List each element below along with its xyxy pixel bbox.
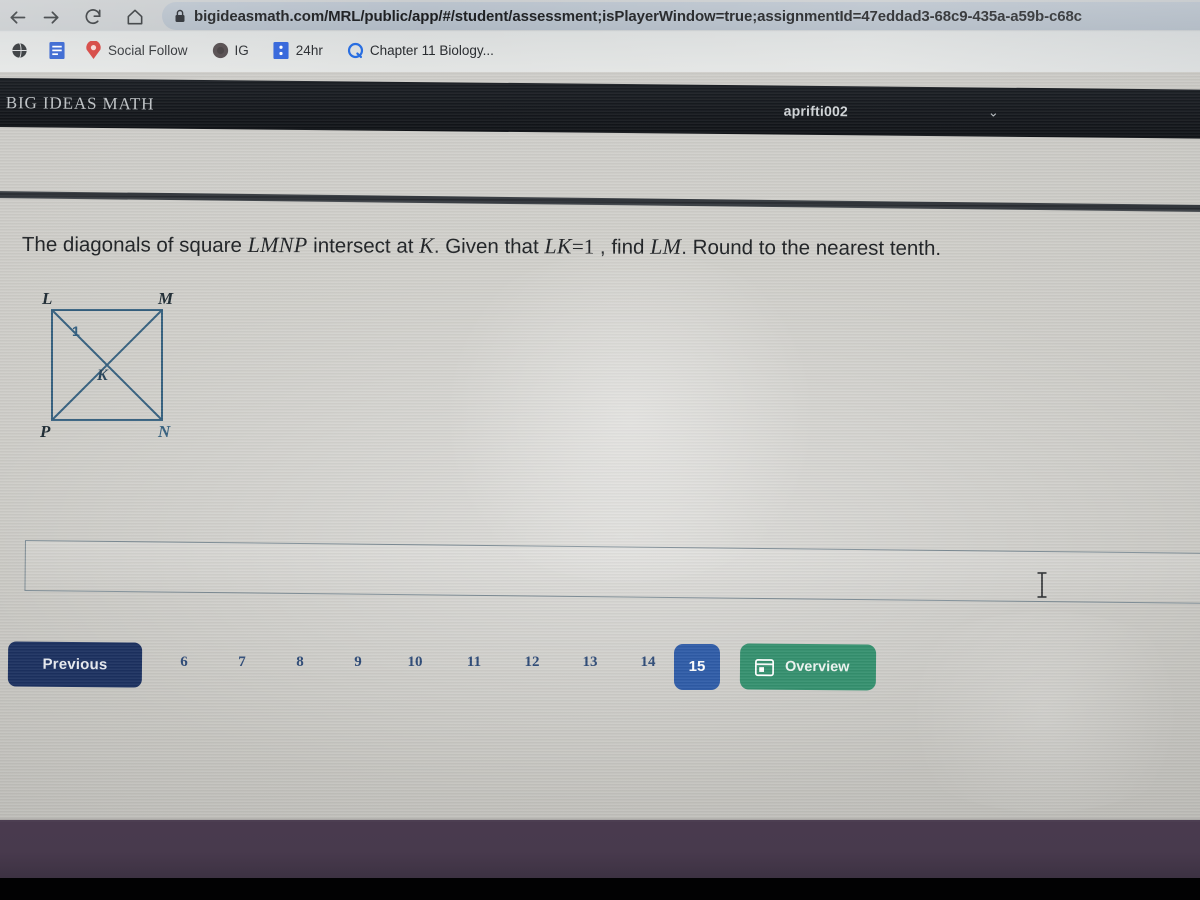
globe-icon bbox=[11, 42, 28, 59]
blue-app-icon bbox=[273, 41, 290, 59]
chromebook-screen-photo: bigideasmath.com/MRL/public/app/#/studen… bbox=[0, 0, 1200, 900]
bookmark-item-globe[interactable] bbox=[4, 37, 41, 63]
app-header-bar: BIG IDEAS MATH aprifti002 ⌄ bbox=[0, 78, 1200, 139]
previous-button[interactable]: Previous bbox=[7, 641, 143, 688]
bookmark-item-24hr[interactable]: 24hr bbox=[266, 37, 330, 63]
center-label-k: K bbox=[96, 367, 109, 384]
back-icon[interactable] bbox=[0, 2, 34, 32]
question-given-rhs: 1 bbox=[583, 234, 595, 259]
screen-scanline-texture bbox=[0, 72, 1200, 820]
screen-glare-center bbox=[420, 252, 840, 582]
address-bar-url: bigideasmath.com/MRL/public/app/#/studen… bbox=[194, 7, 1082, 25]
question-part-2: intersect at bbox=[313, 234, 414, 258]
vertex-label-m: M bbox=[157, 289, 174, 308]
overview-button[interactable]: Overview bbox=[739, 643, 877, 691]
question-part-1: The diagonals of square bbox=[21, 232, 242, 257]
bookmark-label-24hr: 24hr bbox=[295, 42, 323, 58]
page-button-14[interactable]: 14 bbox=[633, 654, 663, 671]
bookmark-label-social-follow: Social Follow bbox=[108, 42, 188, 58]
question-given-eq: = bbox=[571, 234, 584, 259]
bookmark-item-reading-list[interactable] bbox=[41, 37, 78, 63]
laptop-bezel bbox=[0, 878, 1200, 900]
square-lmnp-figure: L M P N K 1 bbox=[18, 282, 218, 442]
question-text: The diagonals of square LMNP intersect a… bbox=[22, 230, 1194, 263]
page-button-15-active[interactable]: 15 bbox=[674, 644, 720, 690]
page-button-12[interactable]: 12 bbox=[517, 654, 547, 671]
page-button-7[interactable]: 7 bbox=[227, 654, 257, 671]
bookmark-label-chapter-11-biology: Chapter 11 Biology... bbox=[369, 42, 494, 58]
chromeos-shelf bbox=[0, 820, 1200, 878]
chevron-down-icon[interactable]: ⌄ bbox=[988, 104, 999, 120]
page-button-6[interactable]: 6 bbox=[169, 654, 199, 671]
reading-list-icon bbox=[48, 41, 65, 59]
vertex-label-n: N bbox=[157, 422, 171, 441]
page-button-13[interactable]: 13 bbox=[575, 654, 605, 671]
bookmark-label-ig: IG bbox=[234, 42, 249, 58]
big-ideas-math-logo: BIG IDEAS MATH bbox=[5, 92, 155, 114]
bookmark-item-chapter-11-biology[interactable]: Chapter 11 Biology... bbox=[340, 37, 501, 63]
browser-chrome: bigideasmath.com/MRL/public/app/#/studen… bbox=[0, 0, 1200, 72]
quizlet-icon bbox=[347, 42, 364, 59]
question-find-segment: LM bbox=[650, 233, 682, 259]
page-button-8[interactable]: 8 bbox=[285, 654, 315, 671]
segment-length-label: 1 bbox=[72, 323, 80, 339]
forward-icon[interactable] bbox=[34, 2, 68, 32]
question-point-k: K bbox=[419, 232, 434, 258]
header-divider bbox=[0, 191, 1200, 213]
question-figure-name: LMNP bbox=[247, 231, 308, 258]
web-page-content: BIG IDEAS MATH aprifti002 ⌄ The diagonal… bbox=[0, 72, 1200, 820]
bookmark-item-ig[interactable]: IG bbox=[205, 37, 256, 63]
lock-icon bbox=[175, 9, 185, 22]
answer-input-wrapper[interactable] bbox=[24, 540, 1200, 605]
pin-icon bbox=[85, 41, 102, 59]
vertex-label-l: L bbox=[41, 289, 52, 308]
calendar-icon bbox=[753, 655, 776, 678]
page-button-11[interactable]: 11 bbox=[459, 654, 489, 671]
vertex-label-p: P bbox=[39, 422, 51, 441]
answer-input[interactable] bbox=[25, 541, 1200, 604]
question-given-lhs: LK bbox=[544, 233, 572, 259]
reload-icon[interactable] bbox=[76, 2, 110, 32]
question-part-4: , find bbox=[599, 235, 645, 259]
text-cursor-icon bbox=[1036, 571, 1048, 599]
address-bar[interactable]: bigideasmath.com/MRL/public/app/#/studen… bbox=[162, 2, 1200, 30]
question-part-3: . Given that bbox=[433, 234, 539, 259]
page-button-10[interactable]: 10 bbox=[400, 654, 430, 671]
bookmark-item-social-follow[interactable]: Social Follow bbox=[78, 37, 195, 63]
username-label: aprifti002 bbox=[783, 102, 849, 119]
question-part-5: . Round to the nearest tenth. bbox=[681, 235, 942, 261]
page-button-9[interactable]: 9 bbox=[343, 654, 373, 671]
home-icon[interactable] bbox=[118, 2, 152, 32]
user-menu[interactable]: aprifti002 ⌄ bbox=[783, 86, 999, 137]
instagram-icon bbox=[212, 42, 229, 59]
overview-button-label: Overview bbox=[784, 658, 850, 676]
bookmarks-bar: Social Follow IG 24hr Chapter 11 Biology… bbox=[0, 34, 1200, 66]
assessment-pager: Previous 6 7 8 9 10 11 12 13 14 15 Overv… bbox=[7, 641, 1008, 698]
